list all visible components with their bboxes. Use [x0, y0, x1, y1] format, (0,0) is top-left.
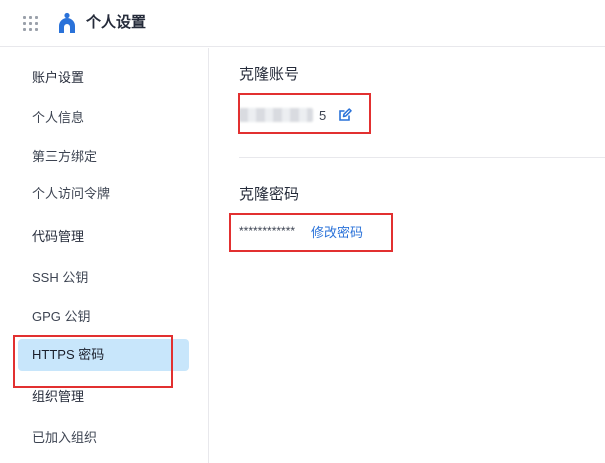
sidebar-item-gpg-keys[interactable]: GPG 公钥 [18, 301, 189, 333]
account-suffix: 5 [319, 107, 327, 123]
clone-password-row: ************ 修改密码 [239, 222, 363, 240]
clone-account-title: 克隆账号 [239, 66, 300, 83]
sidebar-group-account-settings[interactable]: 账户设置 [18, 62, 189, 94]
sidebar-item-ssh-keys[interactable]: SSH 公钥 [18, 262, 189, 294]
clone-account-row: 5 [239, 105, 352, 125]
section-divider [239, 157, 605, 158]
sidebar-group-org-management[interactable]: 组织管理 [18, 381, 189, 413]
clone-password-title: 克隆密码 [239, 186, 300, 203]
user-logo-icon [59, 12, 75, 33]
top-bar: 个人设置 [0, 0, 605, 47]
sidebar: 账户设置 个人信息 第三方绑定 个人访问令牌 代码管理 SSH 公钥 GPG 公… [0, 48, 209, 463]
sidebar-item-joined-orgs[interactable]: 已加入组织 [18, 422, 189, 454]
masked-password: ************ [239, 224, 296, 238]
apps-grid-icon[interactable] [23, 16, 39, 32]
edit-icon[interactable] [338, 108, 352, 122]
sidebar-item-personal-info[interactable]: 个人信息 [18, 102, 189, 134]
change-password-link[interactable]: 修改密码 [311, 222, 363, 241]
redacted-account-name [239, 108, 313, 122]
sidebar-item-third-party-binding[interactable]: 第三方绑定 [18, 141, 189, 173]
sidebar-item-access-token[interactable]: 个人访问令牌 [18, 178, 189, 210]
page-title: 个人设置 [86, 14, 147, 31]
main-content: 克隆账号 5 克隆密码 ************ 修改密码 [209, 48, 605, 463]
sidebar-item-https-password[interactable]: HTTPS 密码 [18, 339, 189, 371]
sidebar-group-code-management[interactable]: 代码管理 [18, 221, 189, 253]
